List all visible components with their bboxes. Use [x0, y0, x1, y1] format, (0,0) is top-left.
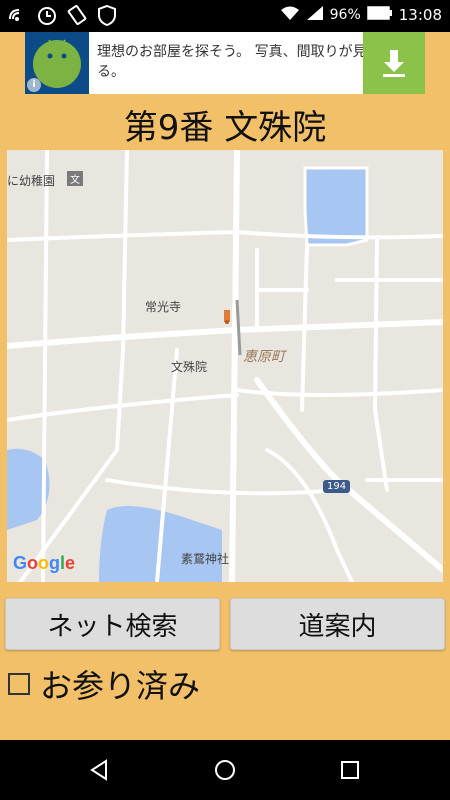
map-label-shrine: 素鵞神社 — [181, 552, 230, 566]
visited-label[interactable]: お参り済み — [40, 661, 200, 707]
navigation-bar — [0, 740, 450, 800]
google-letter: o — [27, 553, 39, 573]
status-bar: 96% 13:08 — [0, 0, 450, 32]
rotation-icon — [66, 4, 88, 26]
school-icon: 文 — [67, 171, 83, 186]
google-letter: g — [49, 553, 61, 573]
recents-icon[interactable] — [338, 758, 362, 782]
ad-text[interactable]: 理想のお部屋を探そう。 写真、間取りが見れる。 — [97, 42, 387, 82]
net-search-button[interactable]: ネット検索 — [5, 598, 220, 650]
route-shield: 194 — [323, 480, 351, 493]
page-title: 第9番 文殊院 — [123, 108, 327, 148]
visited-checkbox[interactable] — [8, 673, 30, 695]
map-roads — [7, 150, 443, 582]
google-logo: Google — [13, 553, 75, 574]
directions-button[interactable]: 道案内 — [230, 598, 445, 650]
battery-percent: 96% — [329, 7, 361, 23]
visited-row[interactable]: お参り済み — [8, 660, 200, 708]
map-label-joukouji: 常光寺 — [145, 300, 182, 314]
ad-banner[interactable]: 理想のお部屋を探そう。 写真、間取りが見れる。 i — [25, 32, 425, 94]
battery-icon — [367, 6, 393, 24]
status-icons-left — [6, 4, 118, 26]
status-icons-right: 96% 13:08 — [280, 5, 442, 25]
ad-info-icon[interactable]: i — [27, 78, 41, 92]
map-label-town: 恵原町 — [243, 349, 285, 365]
google-letter: o — [38, 553, 50, 573]
clock: 13:08 — [398, 6, 442, 24]
download-icon[interactable] — [363, 32, 425, 94]
home-icon[interactable] — [213, 758, 237, 782]
google-letter: G — [13, 553, 28, 573]
alarm-icon — [36, 4, 58, 26]
back-icon[interactable] — [88, 758, 112, 782]
signal-icon — [306, 5, 324, 25]
google-letter: e — [65, 553, 76, 573]
shield-icon — [96, 4, 118, 26]
map-label-kindergarten: に幼稚園 — [7, 174, 56, 188]
map-view[interactable]: に幼稚園 文 常光寺 文殊院 恵原町 素鵞神社 194 Google — [7, 150, 443, 582]
wifi-icon — [280, 5, 300, 25]
map-label-monjuin: 文殊院 — [171, 360, 208, 374]
wifi-calling-icon — [6, 4, 28, 26]
